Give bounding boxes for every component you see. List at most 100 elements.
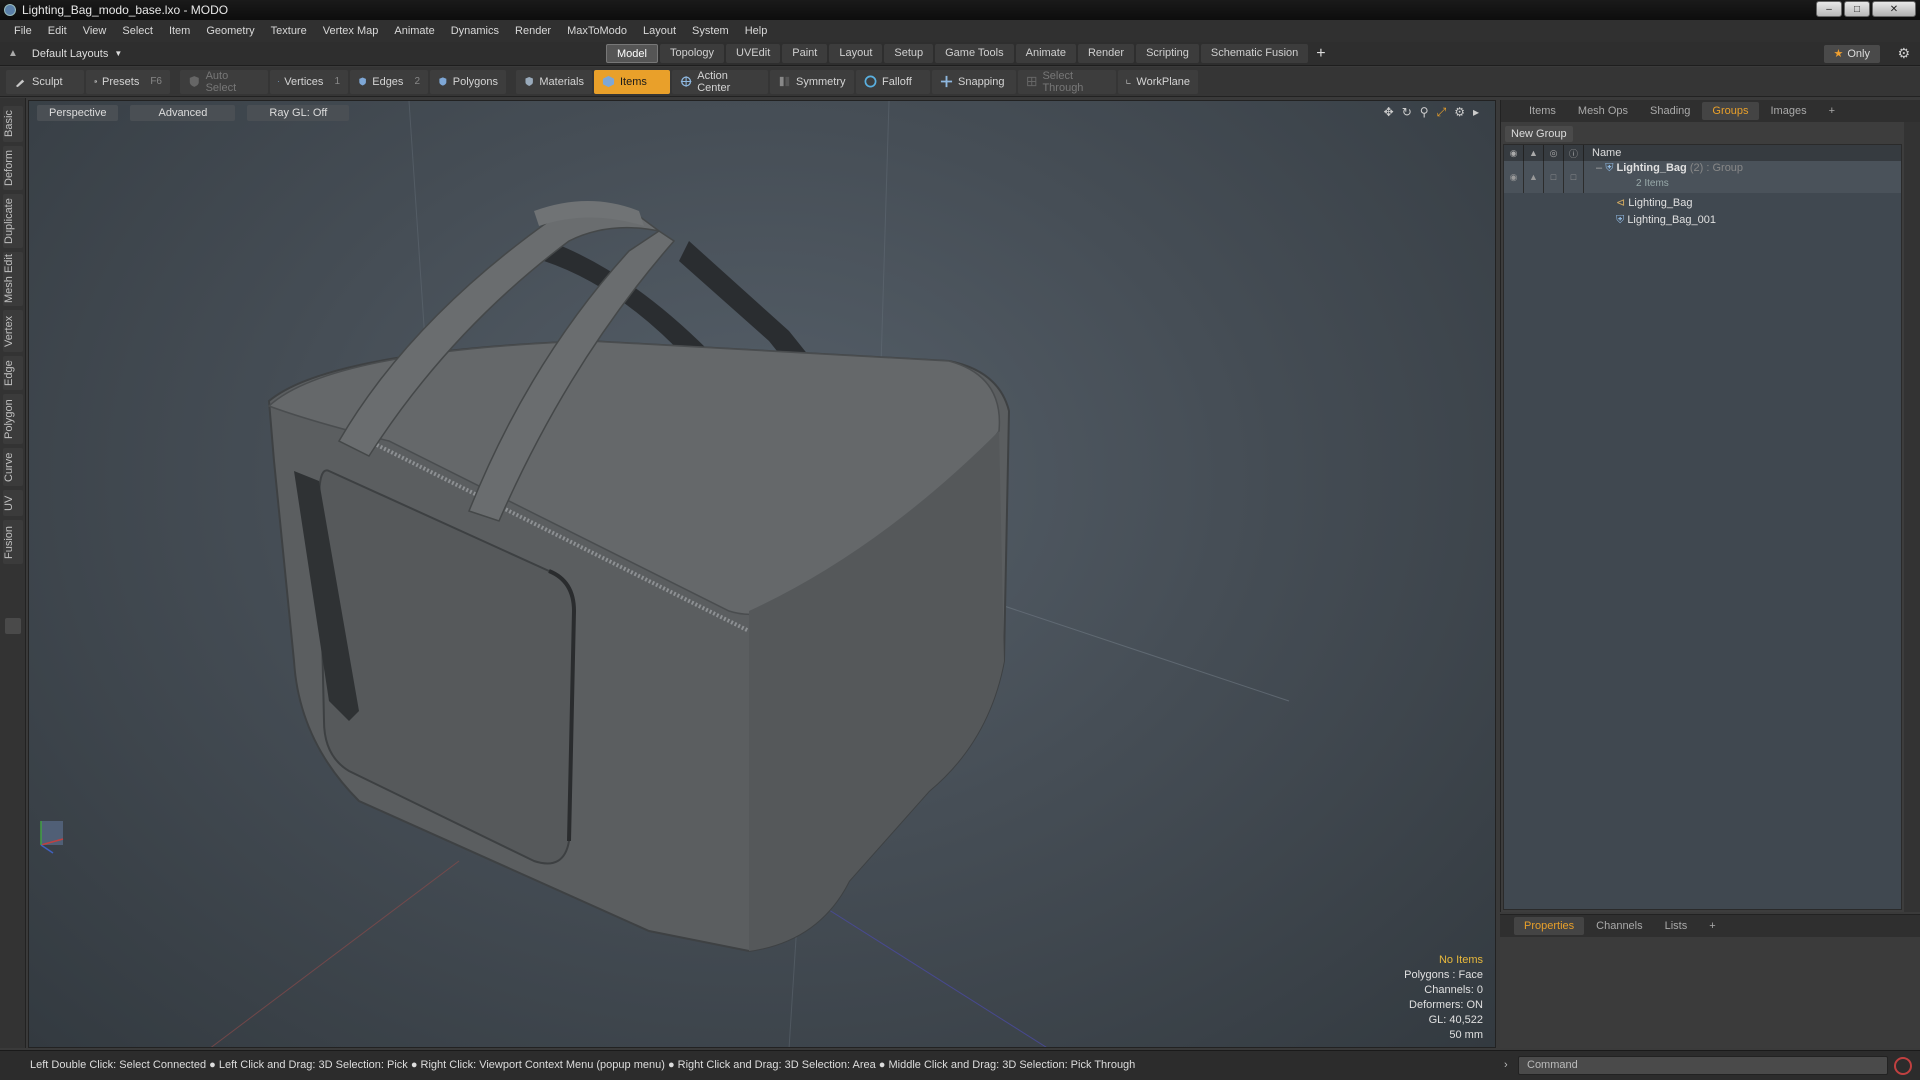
menu-render[interactable]: Render: [507, 20, 559, 42]
add-panel-tab-icon[interactable]: +: [1819, 102, 1845, 120]
tab-game-tools[interactable]: Game Tools: [935, 44, 1014, 63]
tab-layout[interactable]: Layout: [829, 44, 883, 63]
sculpt-label: Sculpt: [32, 75, 63, 88]
command-input[interactable]: Command: [1518, 1056, 1888, 1075]
new-group-button[interactable]: New Group: [1505, 126, 1573, 142]
menu-view[interactable]: View: [75, 20, 115, 42]
vtab-curve[interactable]: Curve: [3, 448, 23, 486]
groups-scrollbar[interactable]: [1904, 122, 1920, 912]
tab-setup[interactable]: Setup: [884, 44, 934, 63]
3d-viewport[interactable]: Perspective Advanced Ray GL: Off ✥ ↻ ⚲ ⤢…: [28, 100, 1496, 1048]
tab-groups[interactable]: Groups: [1702, 102, 1759, 120]
name-column-header[interactable]: Name: [1584, 147, 1621, 159]
tab-lists[interactable]: Lists: [1655, 917, 1698, 935]
vtab-vertex[interactable]: Vertex: [3, 310, 23, 352]
menu-system[interactable]: System: [684, 20, 737, 42]
viewport-projection-dropdown[interactable]: Perspective: [37, 105, 119, 121]
raygl-toggle[interactable]: Ray GL: Off: [247, 105, 350, 121]
menu-layout[interactable]: Layout: [635, 20, 684, 42]
tab-scripting[interactable]: Scripting: [1136, 44, 1199, 63]
vtab-uv[interactable]: UV: [3, 490, 23, 516]
tab-render[interactable]: Render: [1077, 44, 1135, 63]
group-row[interactable]: ◉ ▲ □ □ – ⛨ Lighting_Bag (2) : Group 2 I…: [1504, 161, 1901, 193]
symmetry-button[interactable]: Symmetry: [770, 69, 854, 94]
presets-button[interactable]: Presets F6: [86, 69, 170, 94]
menu-file[interactable]: File: [6, 20, 40, 42]
auto-select-button[interactable]: Auto Select: [180, 69, 268, 94]
tab-properties[interactable]: Properties: [1514, 917, 1585, 935]
close-button[interactable]: ✕: [1872, 1, 1916, 17]
fit-view-icon[interactable]: ⤢: [1437, 105, 1447, 120]
render-col-icon[interactable]: ▲: [1524, 145, 1544, 161]
vtab-edge[interactable]: Edge: [3, 356, 23, 390]
maximize-button[interactable]: □: [1844, 1, 1870, 17]
menu-dynamics[interactable]: Dynamics: [443, 20, 507, 42]
group-shield-icon: ⛨: [1605, 162, 1614, 174]
only-button[interactable]: ★ Only: [1823, 45, 1880, 63]
vtab-fusion[interactable]: Fusion: [3, 520, 23, 564]
tab-items[interactable]: Items: [1519, 102, 1566, 120]
menu-item[interactable]: Item: [161, 20, 198, 42]
rotate-view-icon[interactable]: ↻: [1402, 105, 1412, 120]
viewport-shading-dropdown[interactable]: Advanced: [130, 105, 236, 121]
vtab-basic[interactable]: Basic: [3, 106, 23, 142]
tree-item-row[interactable]: ⊲ Lighting_Bag: [1504, 193, 1901, 211]
group-render-toggle[interactable]: ▲: [1524, 161, 1544, 193]
menu-maxtomodo[interactable]: MaxToModo: [559, 20, 635, 42]
menu-edit[interactable]: Edit: [40, 20, 75, 42]
tab-uvedit[interactable]: UVEdit: [726, 44, 781, 63]
tab-schematic-fusion[interactable]: Schematic Fusion: [1200, 44, 1309, 63]
add-tab-plus-icon[interactable]: +: [1310, 44, 1331, 63]
lock-col-icon[interactable]: ◎: [1544, 145, 1564, 161]
group-select-toggle[interactable]: □: [1564, 161, 1584, 193]
viewport-expand-icon[interactable]: ▸: [1473, 105, 1479, 120]
sculpt-button[interactable]: Sculpt: [6, 69, 84, 94]
menu-geometry[interactable]: Geometry: [198, 20, 262, 42]
add-properties-tab-icon[interactable]: +: [1699, 917, 1725, 935]
items-button[interactable]: Items: [594, 69, 670, 94]
tab-images[interactable]: Images: [1761, 102, 1817, 120]
minimize-button[interactable]: –: [1816, 1, 1842, 17]
layout-dropdown[interactable]: ▲ Default Layouts ▼: [8, 48, 122, 60]
group-lock-toggle[interactable]: □: [1544, 161, 1564, 193]
viewport-gear-icon[interactable]: ⚙: [1454, 105, 1465, 120]
tab-topology[interactable]: Topology: [659, 44, 725, 63]
tab-shading[interactable]: Shading: [1640, 102, 1700, 120]
tab-mesh-ops[interactable]: Mesh Ops: [1568, 102, 1638, 120]
select-through-button[interactable]: Select Through: [1018, 69, 1116, 94]
zoom-view-icon[interactable]: ⚲: [1420, 105, 1429, 120]
menu-vertex-map[interactable]: Vertex Map: [315, 20, 387, 42]
menu-help[interactable]: Help: [737, 20, 776, 42]
visibility-col-icon[interactable]: ◉: [1504, 145, 1524, 161]
tab-paint[interactable]: Paint: [782, 44, 828, 63]
falloff-button[interactable]: Falloff: [856, 69, 930, 94]
presets-label: Presets: [102, 75, 140, 88]
vtab-polygon[interactable]: Polygon: [3, 394, 23, 444]
select-col-icon[interactable]: ⓘ: [1564, 145, 1584, 161]
gear-icon[interactable]: ⚙: [1897, 45, 1910, 62]
vtab-deform[interactable]: Deform: [3, 146, 23, 190]
group-visibility-toggle[interactable]: ◉: [1504, 161, 1524, 193]
materials-button[interactable]: Materials: [516, 69, 592, 94]
collapse-icon[interactable]: –: [1596, 162, 1605, 174]
menu-texture[interactable]: Texture: [263, 20, 315, 42]
vtab-mesh-edit[interactable]: Mesh Edit: [3, 252, 23, 306]
menu-animate[interactable]: Animate: [386, 20, 442, 42]
move-view-icon[interactable]: ✥: [1384, 105, 1394, 120]
vtab-duplicate[interactable]: Duplicate: [3, 194, 23, 248]
tab-animate[interactable]: Animate: [1015, 44, 1076, 63]
workplane-label: WorkPlane: [1136, 75, 1190, 88]
tab-model[interactable]: Model: [606, 44, 658, 63]
action-center-button[interactable]: Action Center: [672, 69, 768, 94]
menu-select[interactable]: Select: [114, 20, 161, 42]
tree-item-row[interactable]: ⛨ Lighting_Bag_001: [1504, 211, 1901, 229]
panel-toggle-icon[interactable]: [5, 618, 21, 634]
vertices-button[interactable]: Vertices 1: [270, 69, 348, 94]
tab-channels[interactable]: Channels: [1586, 917, 1652, 935]
edges-button[interactable]: Edges 2: [350, 69, 428, 94]
star-icon: ★: [1833, 48, 1844, 60]
polygons-button[interactable]: Polygons: [430, 69, 506, 94]
workplane-button[interactable]: WorkPlane: [1118, 69, 1198, 94]
snapping-button[interactable]: Snapping: [932, 69, 1016, 94]
command-history-icon[interactable]: [1894, 1057, 1912, 1075]
